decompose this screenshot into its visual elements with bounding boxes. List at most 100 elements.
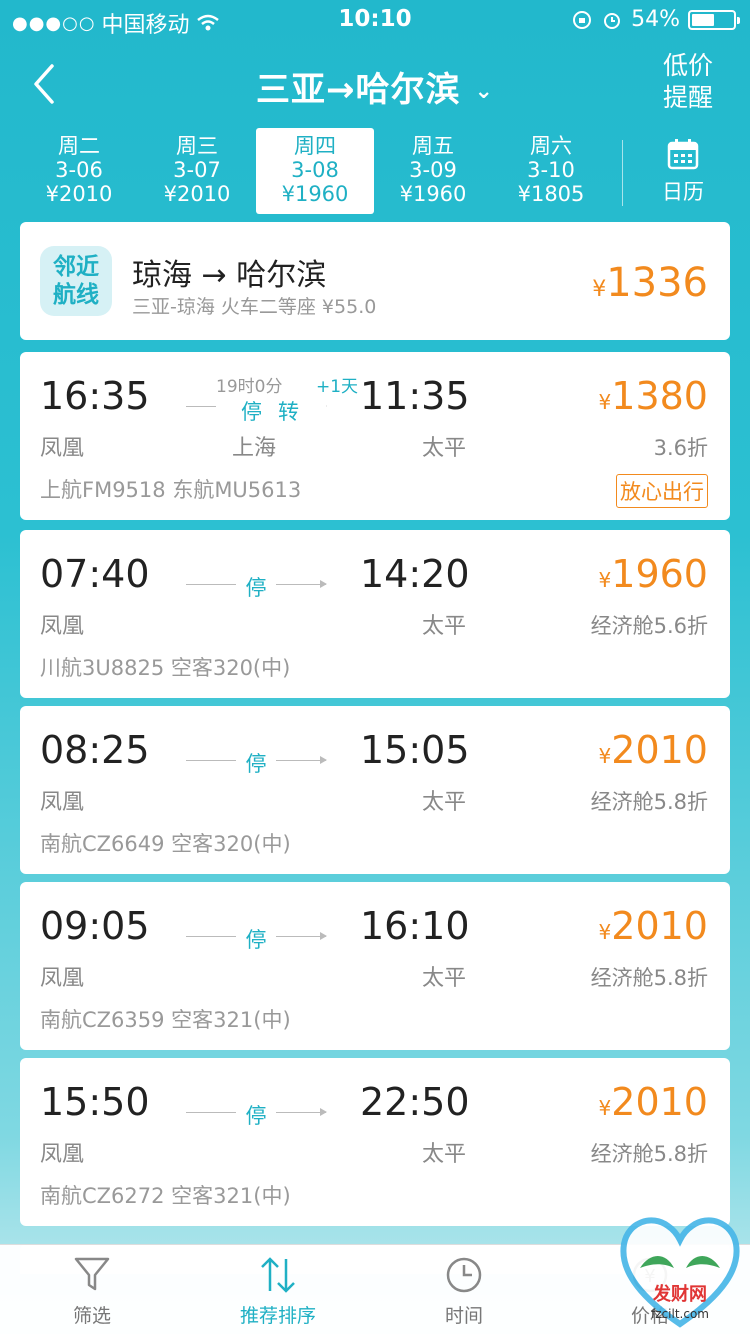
date-price: ¥2010 [45, 182, 113, 206]
chevron-down-icon: ⌄ [474, 79, 494, 104]
arrival-time: 22:50 [360, 1080, 470, 1124]
date-day: 3-09 [409, 158, 457, 182]
arrival-airport: 太平 [422, 790, 467, 815]
date-tab-4[interactable]: 周六 3-10 ¥1805 [492, 128, 610, 214]
flight-price-value: 2010 [611, 1080, 708, 1124]
date-divider [622, 140, 623, 206]
currency-symbol: ¥ [598, 390, 612, 414]
nearby-badge-line-1: 邻近 [53, 254, 99, 280]
calendar-label: 日历 [662, 180, 704, 204]
date-price: ¥1805 [517, 182, 585, 206]
date-weekday: 周六 [530, 134, 572, 158]
route-arrow-icon [320, 756, 327, 764]
departure-time: 15:50 [40, 1080, 150, 1124]
departure-time: 08:25 [40, 728, 150, 772]
cabin-discount: 经济舱5.8折 [590, 1142, 708, 1166]
nearby-badge-line-2: 航线 [53, 282, 99, 308]
date-price: ¥2010 [163, 182, 231, 206]
flight-card[interactable]: 07:40 停 14:20 凤凰 太平 川航3U8825 空客320(中) ¥1… [20, 530, 730, 698]
date-weekday: 周二 [58, 134, 100, 158]
date-day: 3-06 [55, 158, 103, 182]
flight-price: ¥1380 [599, 374, 708, 418]
nearby-badge: 邻近 航线 [40, 246, 112, 316]
calendar-icon [667, 139, 699, 170]
date-day: 3-07 [173, 158, 221, 182]
sort-arrows-icon [261, 1257, 295, 1293]
date-day: 3-10 [527, 158, 575, 182]
battery-fill [692, 13, 714, 26]
clock-icon [446, 1257, 482, 1293]
date-tab-0[interactable]: 周二 3-06 ¥2010 [20, 128, 138, 214]
airline-info: 南航CZ6272 空客321(中) [40, 1184, 291, 1208]
tab-filter[interactable]: 筛选 [22, 1255, 162, 1328]
departure-airport: 凤凰 [40, 966, 85, 991]
flight-card[interactable]: 09:05 停 16:10 凤凰 太平 南航CZ6359 空客321(中) ¥2… [20, 882, 730, 1050]
flight-price: ¥2010 [599, 1080, 708, 1124]
currency-symbol: ¥ [598, 744, 612, 768]
date-tab-3[interactable]: 周五 3-09 ¥1960 [374, 128, 492, 214]
nearby-route-card[interactable]: 邻近 航线 琼海 → 哈尔滨 三亚-琼海 火车二等座 ¥55.0 ¥1336 [20, 222, 730, 340]
transfer-city: 上海 [232, 436, 277, 461]
date-tab-2[interactable]: 周四 3-08 ¥1960 [256, 128, 374, 214]
date-price: ¥1960 [399, 182, 467, 206]
tab-recommend-sort[interactable]: 推荐排序 [208, 1255, 348, 1328]
arrival-time: 11:35 [360, 374, 470, 418]
route-arrow-icon [320, 1108, 327, 1116]
currency-symbol: ¥ [598, 1096, 612, 1120]
departure-time: 09:05 [40, 904, 150, 948]
arrival-airport: 太平 [422, 966, 467, 991]
departure-airport: 凤凰 [40, 436, 85, 461]
date-weekday: 周三 [176, 134, 218, 158]
route-arrow-icon [320, 580, 327, 588]
arrival-time: 16:10 [360, 904, 470, 948]
flight-card[interactable]: 15:50 停 22:50 凤凰 太平 南航CZ6272 空客321(中) ¥2… [20, 1058, 730, 1226]
low-price-alert-button[interactable]: 低价 提醒 [660, 50, 716, 114]
filter-icon [74, 1257, 110, 1291]
departure-airport: 凤凰 [40, 1142, 85, 1167]
watermark-logo: 发财网 fzcilt.com [620, 1217, 740, 1328]
nearby-price-value: 1336 [606, 260, 708, 306]
stop-label: 停 [236, 1100, 276, 1128]
date-weekday: 周四 [294, 134, 336, 158]
flight-card[interactable]: 16:35 19时0分 +1天 停转 11:35 凤凰 上海 太平 上航FM95… [20, 352, 730, 520]
low-price-label-1: 低价 [662, 51, 713, 80]
rotation-lock-icon [573, 10, 592, 29]
arrival-time: 14:20 [360, 552, 470, 596]
date-selector: 周二 3-06 ¥2010 周三 3-07 ¥2010 周四 3-08 ¥196… [20, 128, 730, 216]
flight-duration: 19时0分 [216, 377, 283, 397]
nearby-subtitle: 三亚-琼海 火车二等座 ¥55.0 [132, 296, 377, 318]
flight-card[interactable]: 08:25 停 15:05 凤凰 太平 南航CZ6649 空客320(中) ¥2… [20, 706, 730, 874]
flight-price: ¥1960 [599, 552, 708, 596]
departure-time: 07:40 [40, 552, 150, 596]
discount-label: 3.6折 [653, 436, 708, 460]
date-price: ¥1960 [281, 182, 349, 206]
watermark-url: fzcilt.com [651, 1307, 709, 1321]
date-weekday: 周五 [412, 134, 454, 158]
battery-percent: 54% [631, 7, 680, 32]
currency-symbol: ¥ [598, 568, 612, 592]
low-price-label-2: 提醒 [662, 83, 713, 112]
departure-airport: 凤凰 [40, 790, 85, 815]
nav-bar: 三亚→哈尔滨 ⌄ 低价 提醒 [0, 40, 750, 128]
stop-label: 停 [236, 572, 276, 600]
airline-info: 川航3U8825 空客320(中) [40, 656, 291, 680]
flight-price: ¥2010 [599, 904, 708, 948]
flight-price-value: 1960 [611, 552, 708, 596]
cabin-discount: 经济舱5.6折 [590, 614, 708, 638]
flight-price-value: 2010 [611, 904, 708, 948]
arrival-airport: 太平 [422, 614, 467, 639]
flight-price: ¥2010 [599, 728, 708, 772]
tab-recommend-label: 推荐排序 [239, 1305, 316, 1327]
flight-price-value: 2010 [611, 728, 708, 772]
route-text: 三亚→哈尔滨 [256, 70, 461, 110]
tab-time[interactable]: 时间 [394, 1255, 534, 1328]
status-bar: ●●●○○ 中国移动 10:10 54% [0, 0, 750, 40]
calendar-button[interactable]: 日历 [640, 138, 726, 206]
next-day-indicator: +1天 [316, 377, 359, 397]
departure-time: 16:35 [40, 374, 150, 418]
arrival-airport: 太平 [422, 1142, 467, 1167]
route-title[interactable]: 三亚→哈尔滨 ⌄ [0, 62, 750, 111]
battery-icon [688, 9, 740, 30]
route-arrow-icon [320, 932, 327, 940]
date-tab-1[interactable]: 周三 3-07 ¥2010 [138, 128, 256, 214]
